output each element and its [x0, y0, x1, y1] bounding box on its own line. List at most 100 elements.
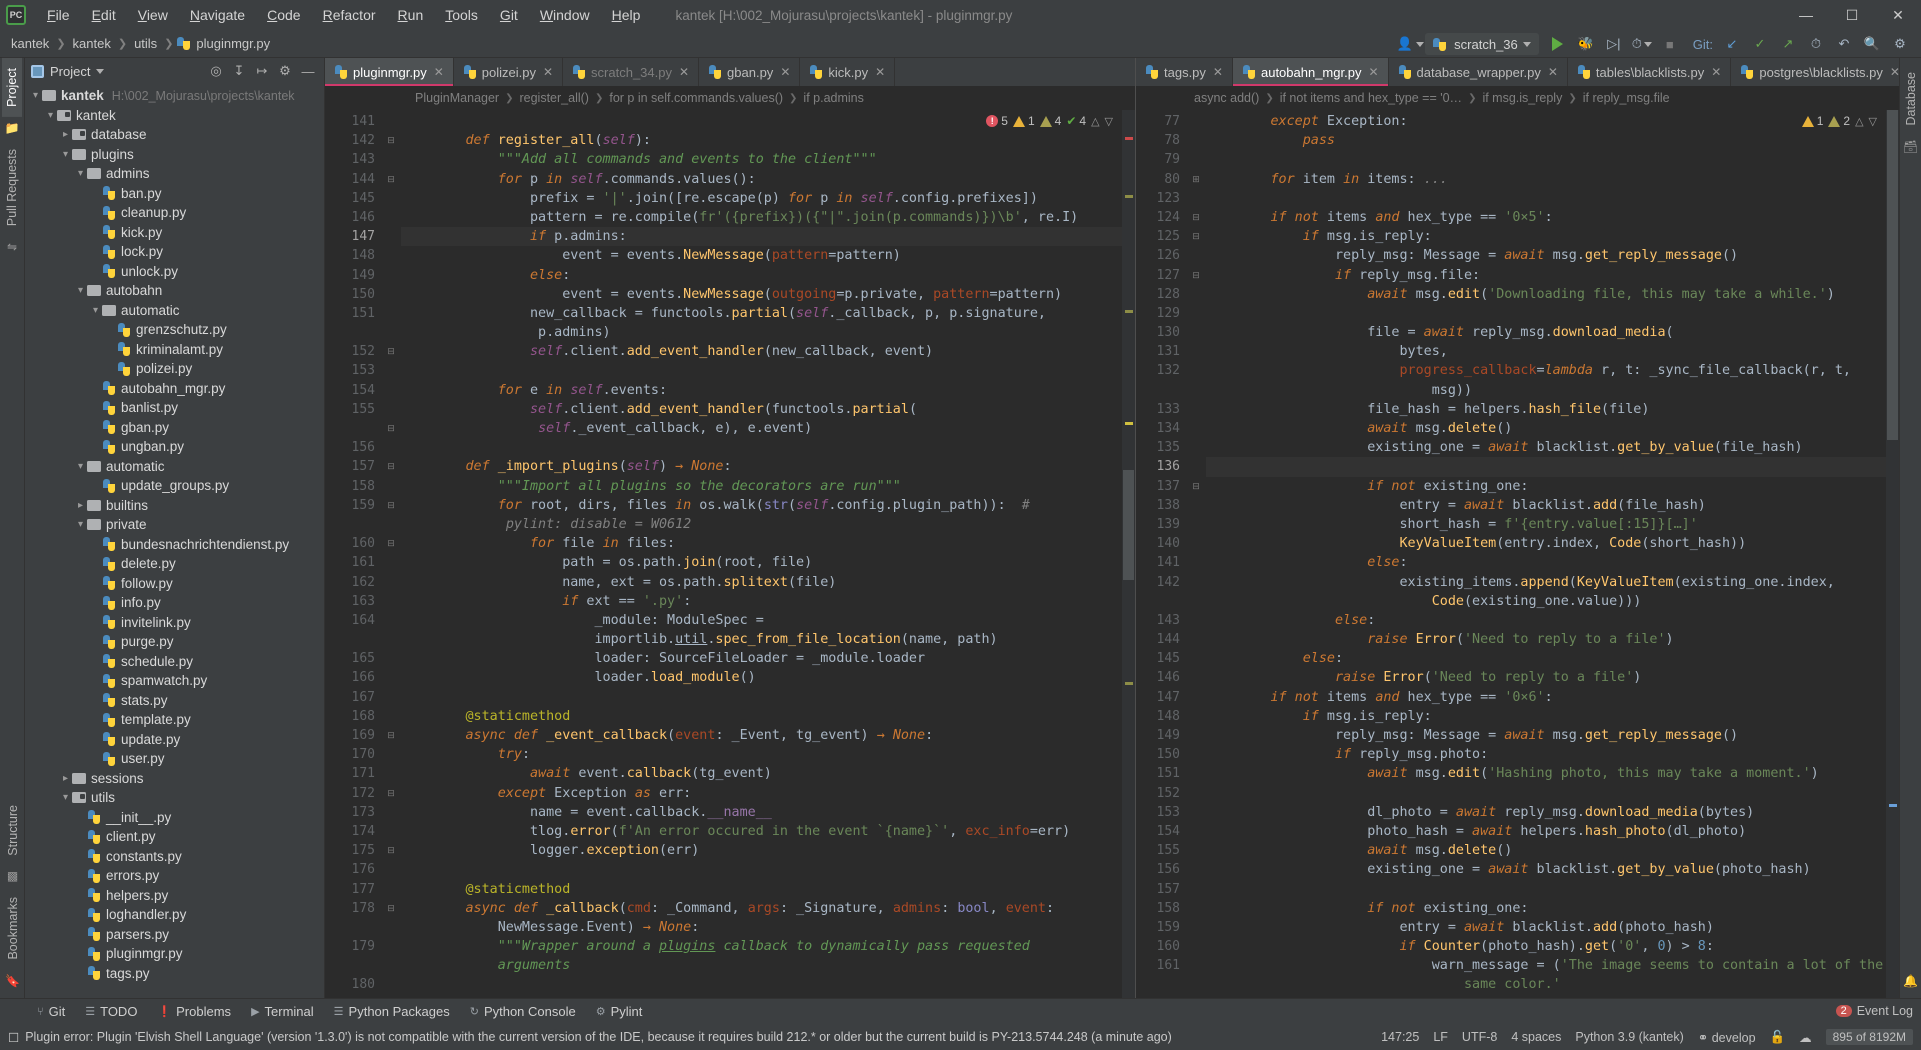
event-log-button[interactable]: 2 Event Log [1835, 1004, 1913, 1018]
menu-file[interactable]: File [36, 4, 81, 26]
maximize-button[interactable]: ☐ [1829, 0, 1875, 30]
status-message[interactable]: ☐ Plugin error: Plugin 'Elvish Shell Lan… [8, 1030, 1172, 1045]
tree-item-grenzschutz-py[interactable]: grenzschutz.py [25, 320, 324, 340]
code-line[interactable]: for p in self.commands.values(): [401, 170, 1122, 189]
code-view-right[interactable]: 77 78 79 80 123 124 125 126 127 128 129 130 131 132 13… [1136, 110, 1899, 998]
nav-crumb-3[interactable]: pluginmgr.py [193, 36, 273, 51]
chevron-down-icon[interactable]: ▾ [89, 305, 102, 316]
inspection-widget-right[interactable]: 1 2 △ ▽ [1797, 112, 1881, 130]
code-line[interactable]: async def _event_callback(event: _Event,… [401, 726, 1122, 745]
code-line[interactable]: event = events.NewMessage(pattern=patter… [401, 246, 1122, 265]
inspection-widget-left[interactable]: ! 5 1 4 ✔ 4 △ ▽ [982, 112, 1117, 130]
chevron-down-icon[interactable]: ▾ [44, 110, 57, 121]
cloud-settings-icon[interactable]: ☁ [1799, 1030, 1812, 1045]
code-line[interactable] [1206, 784, 1886, 803]
bottom-tool-todo[interactable]: ☰ TODO [76, 1002, 146, 1021]
code-line[interactable]: def register_all(self): [401, 131, 1122, 150]
code-line[interactable]: self.client.add_event_handler(functools.… [401, 400, 1122, 419]
tree-item-gban-py[interactable]: gban.py [25, 418, 324, 438]
git-push-icon[interactable]: ↗ [1775, 32, 1801, 56]
tree-item-spamwatch-py[interactable]: spamwatch.py [25, 671, 324, 691]
tree-item-cleanup-py[interactable]: cleanup.py [25, 203, 324, 223]
editor-tab-autobahn-mgr-py[interactable]: autobahn_mgr.py ✕ [1232, 58, 1389, 86]
editor-tab-pluginmgr-py[interactable]: pluginmgr.py ✕ [325, 58, 454, 86]
tree-item-ungban-py[interactable]: ungban.py [25, 437, 324, 457]
code-line[interactable]: async def _callback(cmd: _Command, args:… [401, 899, 1122, 918]
tree-item-kantek[interactable]: ▾ kantek [25, 106, 324, 126]
chevron-down-icon[interactable]: ▾ [74, 519, 87, 530]
tree-item-client-py[interactable]: client.py [25, 827, 324, 847]
close-button[interactable]: ✕ [1875, 0, 1921, 30]
hide-panel-icon[interactable]: — [298, 61, 318, 81]
code-line[interactable]: msg)) [1206, 381, 1886, 400]
code-line[interactable]: existing_items.append(KeyValueItem(exist… [1206, 573, 1886, 592]
breadcrumb-item[interactable]: register_all() [519, 91, 588, 105]
tree-item-info-py[interactable]: info.py [25, 593, 324, 613]
code-line[interactable]: if not items and hex_type == '0×6': [1206, 688, 1886, 707]
code-line[interactable]: ' This might lead to false positives.') [1206, 995, 1886, 998]
chevron-down-icon[interactable]: ▾ [59, 792, 72, 803]
code-line[interactable]: event = events.NewMessage(outgoing=p.pri… [401, 285, 1122, 304]
code-line[interactable]: name, ext = os.path.splitext(file) [401, 573, 1122, 592]
code-line[interactable]: prefix = '|'.join([re.escape(p) for p in… [401, 189, 1122, 208]
git-history-icon[interactable]: ⏱ [1803, 32, 1829, 56]
tree-item-kick-py[interactable]: kick.py [25, 223, 324, 243]
nav-crumb-2[interactable]: utils [131, 36, 160, 51]
code-line[interactable]: entry = await blacklist.add(photo_hash) [1206, 918, 1886, 937]
run-configuration-selector[interactable]: scratch_36 [1425, 33, 1539, 55]
code-line[interactable]: if Counter(photo_hash).get('0', 0) > 8: [1206, 937, 1886, 956]
code-line[interactable] [401, 860, 1122, 879]
fold-toggle-icon[interactable]: ⊟ [381, 342, 401, 361]
editor-tab-tags-py[interactable]: tags.py ✕ [1136, 58, 1233, 86]
code-line[interactable]: else: [1206, 611, 1886, 630]
tree-item-template-py[interactable]: template.py [25, 710, 324, 730]
chevron-down-icon[interactable]: ▾ [74, 461, 87, 472]
tree-item-loghandler-py[interactable]: loghandler.py [25, 905, 324, 925]
chevron-down-icon[interactable]: ▾ [29, 90, 42, 101]
weak-warning-count-badge[interactable]: 2 [1828, 114, 1850, 128]
code-line[interactable]: photo_hash = await helpers.hash_photo(dl… [1206, 822, 1886, 841]
code-line[interactable]: pass [1206, 131, 1886, 150]
tree-item-parsers-py[interactable]: parsers.py [25, 925, 324, 945]
fold-toggle-icon[interactable]: ⊟ [1186, 266, 1206, 285]
collapse-all-icon[interactable]: ↦ [252, 61, 272, 81]
select-opened-file-icon[interactable]: ◎ [206, 61, 226, 81]
code-line[interactable]: existing_one = await blacklist.get_by_va… [1206, 860, 1886, 879]
close-tab-icon[interactable]: ✕ [1890, 65, 1899, 79]
weak-warning-count-badge[interactable]: 4 [1039, 114, 1061, 128]
code-line[interactable]: await event.callback(tg_event) [401, 764, 1122, 783]
fold-toggle-icon[interactable]: ⊟ [381, 899, 401, 918]
tree-item-plugins[interactable]: ▾ plugins [25, 145, 324, 165]
user-account-icon[interactable]: 👤 [1397, 32, 1424, 56]
code-line[interactable]: reply_msg: Message = await msg.get_reply… [1206, 726, 1886, 745]
settings-gear-icon[interactable]: ⚙ [1887, 32, 1913, 56]
code-line[interactable]: Args: [401, 995, 1122, 998]
code-line[interactable]: reply_msg: Message = await msg.get_reply… [1206, 246, 1886, 265]
code-line[interactable]: for file in files: [401, 534, 1122, 553]
debug-button[interactable]: 🐝 [1573, 32, 1599, 56]
breadcrumb-item[interactable]: PluginManager [415, 91, 499, 105]
code-line[interactable]: """Add all commands and events to the cl… [401, 150, 1122, 169]
fold-toggle-icon[interactable]: ⊟ [381, 534, 401, 553]
tree-item-automatic[interactable]: ▾ automatic [25, 457, 324, 477]
menu-view[interactable]: View [127, 4, 179, 26]
breadcrumb-item[interactable]: async add() [1194, 91, 1259, 105]
close-tab-icon[interactable]: ✕ [780, 65, 790, 79]
stop-button[interactable]: ■ [1657, 32, 1683, 56]
code-line[interactable]: await msg.delete() [1206, 841, 1886, 860]
tree-item-polizei-py[interactable]: polizei.py [25, 359, 324, 379]
editor-tab-polizei-py[interactable]: polizei.py ✕ [454, 58, 564, 86]
tree-item-bundesnachrichtendienst-py[interactable]: bundesnachrichtendienst.py [25, 535, 324, 555]
code-line[interactable]: @staticmethod [401, 707, 1122, 726]
project-settings-gear-icon[interactable]: ⚙ [275, 61, 295, 81]
editor-tab-kick-py[interactable]: kick.py ✕ [800, 58, 896, 86]
chevron-right-icon[interactable]: ▸ [59, 773, 72, 784]
code-line[interactable]: """Import all plugins so the decorators … [401, 477, 1122, 496]
code-line[interactable] [401, 361, 1122, 380]
chevron-right-icon[interactable]: ▸ [59, 129, 72, 140]
tree-item-automatic[interactable]: ▾ automatic [25, 301, 324, 321]
close-tab-icon[interactable]: ✕ [543, 65, 553, 79]
code-line[interactable]: pattern = re.compile(fr'({prefix})({"|".… [401, 208, 1122, 227]
code-line[interactable]: await msg.edit('Hashing photo, this may … [1206, 764, 1886, 783]
search-everywhere-icon[interactable]: 🔍 [1859, 32, 1885, 56]
